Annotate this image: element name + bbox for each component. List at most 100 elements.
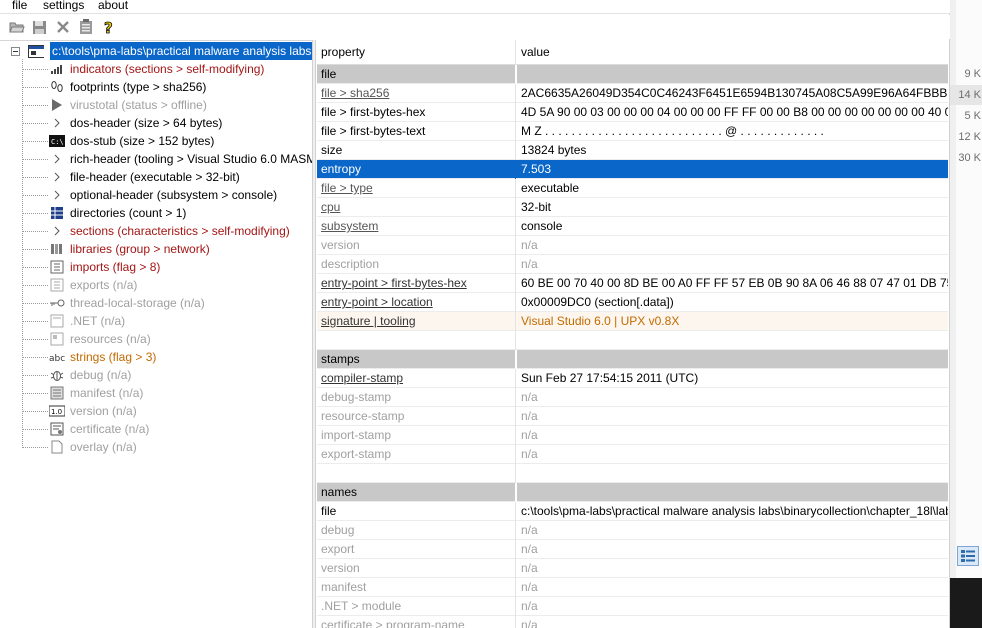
grid-row[interactable]: signature | tooling Visual Studio 6.0 | U… xyxy=(317,312,948,331)
grid-property-cell[interactable]: compiler-stamp xyxy=(321,369,515,388)
grid-row[interactable]: entropy 7.503 xyxy=(317,160,948,179)
grid-row[interactable]: resource-stamp n/a xyxy=(317,407,948,426)
grid-row[interactable]: description n/a xyxy=(317,255,948,274)
close-x-icon xyxy=(57,21,69,33)
grid-value-cell: 2AC6635A26049D354C0C46243F6451E6594B1307… xyxy=(521,86,948,100)
grid-row[interactable] xyxy=(317,331,948,350)
tree-connector xyxy=(22,105,48,106)
details-view-button[interactable] xyxy=(957,546,979,566)
expander-icon[interactable] xyxy=(49,224,65,238)
tree-item[interactable]: rich-header (tooling > Visual Studio 6.0… xyxy=(0,150,312,168)
grid-property-cell[interactable]: entry-point > location xyxy=(321,293,515,312)
grid-property-cell[interactable]: entry-point > first-bytes-hex xyxy=(321,274,515,293)
column-header-value[interactable]: value xyxy=(521,40,948,64)
tree-connector xyxy=(22,141,48,142)
menu-about[interactable]: about xyxy=(98,0,128,12)
grid-row[interactable]: file > sha256 2AC6635A26049D354C0C46243F6… xyxy=(317,84,948,103)
grid-row[interactable]: debug n/a xyxy=(317,521,948,540)
property-grid[interactable]: property value file file > sha256 2AC6635A26… xyxy=(317,40,948,628)
tree-item[interactable]: indicators (sections > self-modifying) xyxy=(0,60,312,78)
grid-row[interactable]: file > first-bytes-hex 4D 5A 90 00 03 00 … xyxy=(317,103,948,122)
tree-item-label: resources (n/a) xyxy=(70,332,151,346)
column-separator[interactable] xyxy=(515,40,516,65)
tree-item[interactable]: imports (flag > 8) xyxy=(0,258,312,276)
tree-item-label: directories (count > 1) xyxy=(70,206,187,220)
tree-item[interactable]: resources (n/a) xyxy=(0,330,312,348)
grid-row[interactable]: file c:\tools\pma-labs\practical malware … xyxy=(317,502,948,521)
grid-row[interactable]: cpu 32-bit xyxy=(317,198,948,217)
grid-property-cell: description xyxy=(321,257,380,271)
grid-row[interactable]: size 13824 bytes xyxy=(317,141,948,160)
grid-property-cell[interactable]: file > sha256 xyxy=(321,84,515,103)
column-separator xyxy=(515,236,516,255)
tree-item[interactable]: manifest (n/a) xyxy=(0,384,312,402)
grid-row[interactable]: manifest n/a xyxy=(317,578,948,597)
expander-icon[interactable] xyxy=(49,152,65,166)
expander-icon[interactable] xyxy=(49,116,65,130)
grid-row[interactable]: file > first-bytes-text M Z . . . . . . .… xyxy=(317,122,948,141)
grid-section-header[interactable]: file xyxy=(317,65,948,84)
tree-connector xyxy=(22,249,48,250)
tree-connector xyxy=(22,393,48,394)
tree-item[interactable]: thread-local-storage (n/a) xyxy=(0,294,312,312)
grid-row[interactable]: certificate > program-name n/a xyxy=(317,616,948,628)
tree-item[interactable]: libraries (group > network) xyxy=(0,240,312,258)
grid-row[interactable]: export n/a xyxy=(317,540,948,559)
menu-file[interactable]: file xyxy=(12,0,27,12)
tree-item[interactable]: sections (characteristics > self-modifyi… xyxy=(0,222,312,240)
grid-row[interactable]: export-stamp n/a xyxy=(317,445,948,464)
tree-item[interactable]: abc strings (flag > 3) xyxy=(0,348,312,366)
grid-property-cell[interactable]: signature | tooling xyxy=(321,312,515,331)
column-header-property[interactable]: property xyxy=(321,40,515,64)
column-separator xyxy=(515,521,516,540)
grid-row[interactable]: entry-point > location 0x00009DC0 (sectio… xyxy=(317,293,948,312)
tree-item[interactable]: exports (n/a) xyxy=(0,276,312,294)
help-button[interactable]: ? xyxy=(100,18,118,36)
grid-row[interactable]: version n/a xyxy=(317,236,948,255)
tree-item[interactable]: dos-header (size > 64 bytes) xyxy=(0,114,312,132)
tree-item[interactable]: optional-header (subsystem > console) xyxy=(0,186,312,204)
grid-row[interactable]: compiler-stamp Sun Feb 27 17:54:15 2011 (… xyxy=(317,369,948,388)
tree-item[interactable]: certificate (n/a) xyxy=(0,420,312,438)
expander-icon[interactable] xyxy=(49,188,65,202)
splitter[interactable] xyxy=(312,40,316,628)
grid-row[interactable]: .NET > module n/a xyxy=(317,597,948,616)
menu-settings[interactable]: settings xyxy=(43,0,84,12)
tree-item[interactable]: .NET (n/a) xyxy=(0,312,312,330)
grid-value-cell: 60 BE 00 70 40 00 8D BE 00 A0 FF FF 57 E… xyxy=(521,276,948,290)
grid-property-cell[interactable]: subsystem xyxy=(321,217,515,236)
grid-row[interactable]: file > type executable xyxy=(317,179,948,198)
grid-property-cell[interactable]: cpu xyxy=(321,198,515,217)
close-button[interactable] xyxy=(54,18,72,36)
grid-value-cell: c:\tools\pma-labs\practical malware anal… xyxy=(521,504,948,518)
tree-item[interactable]: virustotal (status > offline) xyxy=(0,96,312,114)
tree-item[interactable]: directories (count > 1) xyxy=(0,204,312,222)
grid-property-cell[interactable]: file > type xyxy=(321,179,515,198)
save-button[interactable] xyxy=(30,18,48,36)
grid-section-header[interactable]: stamps xyxy=(317,350,948,369)
expander-icon[interactable] xyxy=(49,170,65,184)
grid-value-cell: n/a xyxy=(521,390,538,404)
tree-item[interactable]: file-header (executable > 32-bit) xyxy=(0,168,312,186)
tree-root[interactable]: c:\tools\pma-labs\practical malware anal… xyxy=(0,42,312,60)
clipboard-button[interactable] xyxy=(77,18,95,36)
grid-row[interactable]: import-stamp n/a xyxy=(317,426,948,445)
grid-row[interactable]: debug-stamp n/a xyxy=(317,388,948,407)
tree-item[interactable]: 1.0 version (n/a) xyxy=(0,402,312,420)
resources-icon xyxy=(49,332,65,346)
tree-item[interactable]: footprints (type > sha256) xyxy=(0,78,312,96)
collapse-box-icon[interactable] xyxy=(7,44,23,58)
grid-row[interactable]: entry-point > first-bytes-hex 60 BE 00 70… xyxy=(317,274,948,293)
tree-item[interactable]: overlay (n/a) xyxy=(0,438,312,456)
grid-section-header[interactable]: names xyxy=(317,483,948,502)
tree-view[interactable]: c:\tools\pma-labs\practical malware anal… xyxy=(0,40,312,628)
grid-row[interactable]: subsystem console xyxy=(317,217,948,236)
tree-item[interactable]: C:\ dos-stub (size > 152 bytes) xyxy=(0,132,312,150)
grid-row[interactable] xyxy=(317,464,948,483)
column-separator xyxy=(515,426,516,445)
open-folder-button[interactable] xyxy=(8,18,26,36)
grid-row[interactable]: version n/a xyxy=(317,559,948,578)
tree-item[interactable]: debug (n/a) xyxy=(0,366,312,384)
tree-item-label: certificate (n/a) xyxy=(70,422,150,436)
certificate-icon xyxy=(49,422,65,436)
